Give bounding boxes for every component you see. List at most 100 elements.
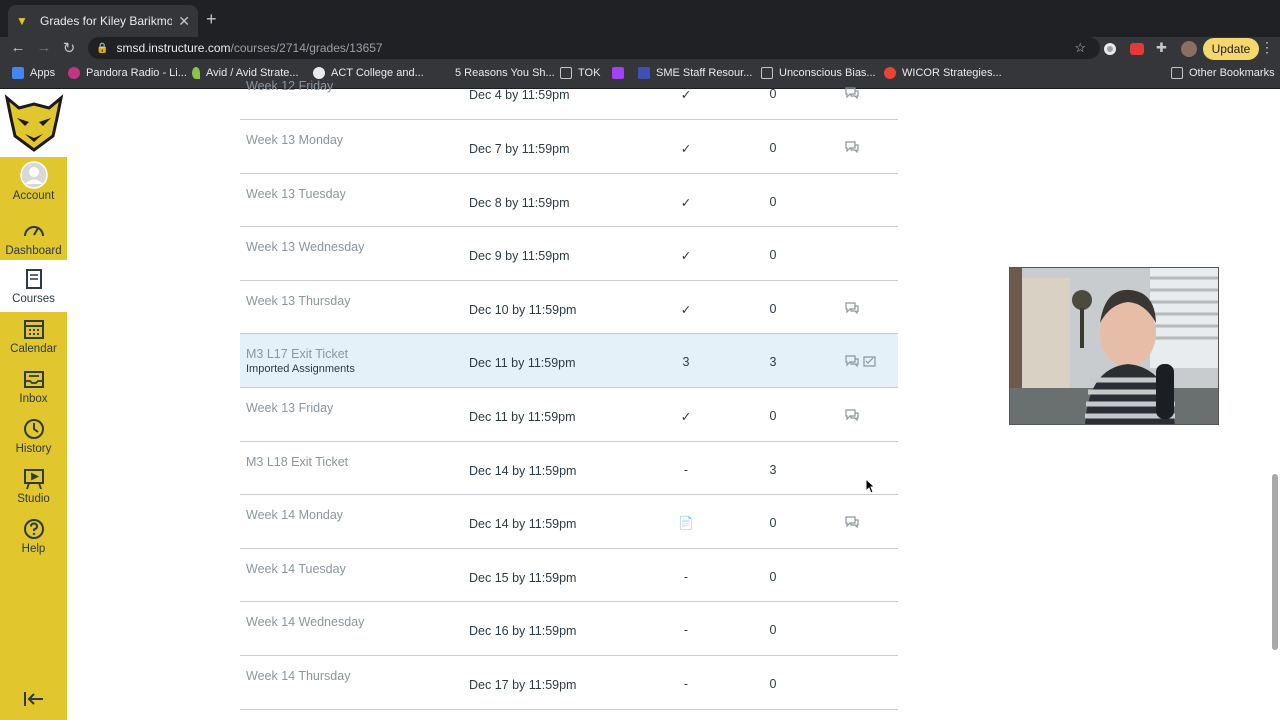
bookmark-apps[interactable]: Apps — [12, 67, 55, 79]
browser-tab[interactable]: ▼ Grades for Kiley Barikmo: 3RD ✕ — [8, 5, 198, 37]
bookmark-label: Pandora Radio - Li... — [86, 67, 187, 79]
update-button[interactable]: Update — [1203, 38, 1259, 60]
bookmark-pandora[interactable]: Pandora Radio - Li... — [68, 67, 187, 79]
close-tab-icon[interactable]: ✕ — [178, 13, 190, 30]
out-of: 3 — [769, 355, 777, 370]
nav-label: Courses — [12, 293, 55, 305]
url-path: /courses/2714/grades/13657 — [230, 41, 383, 55]
row-icons — [845, 301, 859, 319]
assignment-group: Imported Assignments — [246, 363, 355, 376]
out-of: 0 — [769, 623, 777, 638]
due-date: Dec 7 by 11:59pm — [469, 142, 570, 156]
assignment-name-link[interactable]: Week 13 Tuesday — [246, 187, 346, 201]
nav-history[interactable]: History — [0, 418, 67, 466]
comment-icon[interactable] — [845, 301, 859, 319]
out-of: 3 — [769, 462, 777, 477]
dashboard-icon — [0, 220, 67, 244]
due-date: Dec 15 by 11:59pm — [469, 570, 577, 585]
nav-inbox[interactable]: Inbox — [0, 368, 67, 416]
rubric-icon[interactable] — [863, 354, 877, 372]
nav-label: Account — [12, 190, 55, 202]
grade-row: Week 13 Wednesday Dec 9 by 11:59pm ✓ 0 — [240, 227, 898, 281]
score: ✓ — [680, 195, 692, 210]
nav-label: Studio — [17, 493, 50, 505]
out-of: 0 — [769, 248, 777, 263]
extensions-puzzle-icon[interactable]: ✚ — [1156, 40, 1172, 56]
grade-row: Week 13 Friday Dec 11 by 11:59pm ✓ 0 — [240, 388, 898, 442]
assignment-name-link[interactable]: Week 13 Monday — [246, 133, 343, 147]
due-date: Dec 9 by 11:59pm — [469, 249, 570, 264]
grades-table: Week 12 Friday Dec 4 by 11:59pm ✓ 0 Week 13 … — [240, 66, 898, 710]
nav-help[interactable]: Help — [0, 518, 67, 566]
folder-icon — [1171, 67, 1183, 79]
comment-icon[interactable] — [845, 140, 859, 158]
back-icon[interactable]: ← — [6, 39, 30, 56]
collapse-nav-icon[interactable] — [22, 689, 46, 709]
assignment-name-link[interactable]: Week 14 Thursday — [246, 669, 350, 683]
apps-grid-icon — [12, 67, 24, 79]
out-of: 0 — [769, 194, 777, 209]
score: 3 — [682, 355, 690, 370]
score: ✓ — [680, 409, 692, 424]
score: ✓ — [680, 302, 692, 317]
due-date: Dec 11 by 11:59pm — [469, 356, 576, 371]
grade-row: M3 L17 Exit Ticket Imported Assignments De… — [240, 334, 898, 388]
row-icons — [845, 354, 877, 372]
forward-icon[interactable]: → — [32, 39, 56, 56]
comment-icon[interactable] — [845, 86, 859, 104]
assignment-name-link[interactable]: Week 13 Friday — [246, 401, 333, 415]
address-bar[interactable]: 🔒 smsd.instructure.com /courses/2714/gra… — [88, 37, 1100, 59]
url-host: smsd.instructure.com — [116, 41, 231, 55]
nav-studio[interactable]: Studio — [0, 468, 67, 516]
grade-row: Week 12 Friday Dec 4 by 11:59pm ✓ 0 — [240, 66, 898, 120]
extension-record-icon[interactable] — [1104, 43, 1116, 55]
browser-menu-icon[interactable]: ⋮ — [1260, 39, 1274, 56]
due-date: Dec 16 by 11:59pm — [469, 624, 577, 639]
canvas-favicon-icon: ▼ — [16, 14, 28, 28]
bookmark-wicor[interactable]: WICOR Strategies... — [884, 67, 1002, 79]
row-icons — [845, 408, 859, 426]
out-of: 0 — [769, 676, 777, 691]
nav-label: Dashboard — [5, 245, 62, 257]
comment-icon[interactable] — [845, 408, 859, 426]
out-of: 0 — [769, 516, 777, 531]
bookmark-star-icon[interactable]: ☆ — [1074, 40, 1086, 56]
comment-icon[interactable] — [845, 515, 859, 533]
assignment-name-link[interactable]: Week 12 Friday — [246, 79, 333, 93]
new-tab-icon[interactable]: + — [206, 9, 217, 29]
row-icons — [845, 515, 859, 533]
mouse-cursor-icon — [865, 477, 876, 499]
page-scrollbar[interactable] — [1272, 474, 1278, 650]
out-of: 0 — [769, 301, 777, 316]
grade-row: Week 14 Monday Dec 14 by 11:59pm 📄 0 — [240, 495, 898, 549]
nav-account[interactable]: Account — [0, 161, 67, 209]
score: ✓ — [680, 142, 692, 156]
assignment-name-link[interactable]: Week 14 Wednesday — [246, 615, 364, 629]
out-of: 0 — [769, 87, 777, 101]
grade-row: Week 13 Tuesday Dec 8 by 11:59pm ✓ 0 — [240, 174, 898, 228]
due-date: Dec 11 by 11:59pm — [469, 409, 576, 424]
due-date: Dec 14 by 11:59pm — [469, 463, 577, 478]
assignment-name-link[interactable]: M3 L18 Exit Ticket — [246, 455, 348, 469]
lock-icon: 🔒 — [96, 42, 109, 54]
presenter-video-image — [1010, 268, 1218, 424]
nav-courses[interactable]: Courses — [0, 260, 67, 312]
school-logo[interactable] — [0, 89, 67, 157]
nav-label: Calendar — [10, 343, 57, 355]
assignment-name-link[interactable]: Week 14 Tuesday — [246, 562, 346, 576]
assignment-name-link[interactable]: Week 13 Wednesday — [246, 240, 364, 254]
grade-row: Week 14 Wednesday Dec 16 by 11:59pm - 0 — [240, 602, 898, 656]
webcam-overlay — [1009, 267, 1219, 425]
panther-logo-icon — [4, 94, 63, 152]
profile-avatar-icon[interactable] — [1181, 41, 1197, 57]
nav-calendar[interactable]: Calendar — [0, 318, 67, 366]
comment-icon[interactable] — [845, 354, 859, 372]
reload-icon[interactable]: ↻ — [57, 39, 81, 57]
extension-screencastify-icon[interactable] — [1130, 43, 1144, 55]
out-of: 0 — [769, 141, 777, 155]
assignment-name-link[interactable]: Week 14 Monday — [246, 508, 343, 522]
assignment-name-link[interactable]: M3 L17 Exit Ticket — [246, 347, 348, 361]
assignment-name-link[interactable]: Week 13 Thursday — [246, 294, 350, 308]
row-icons — [845, 140, 859, 158]
bookmark-other[interactable]: Other Bookmarks — [1171, 67, 1275, 79]
